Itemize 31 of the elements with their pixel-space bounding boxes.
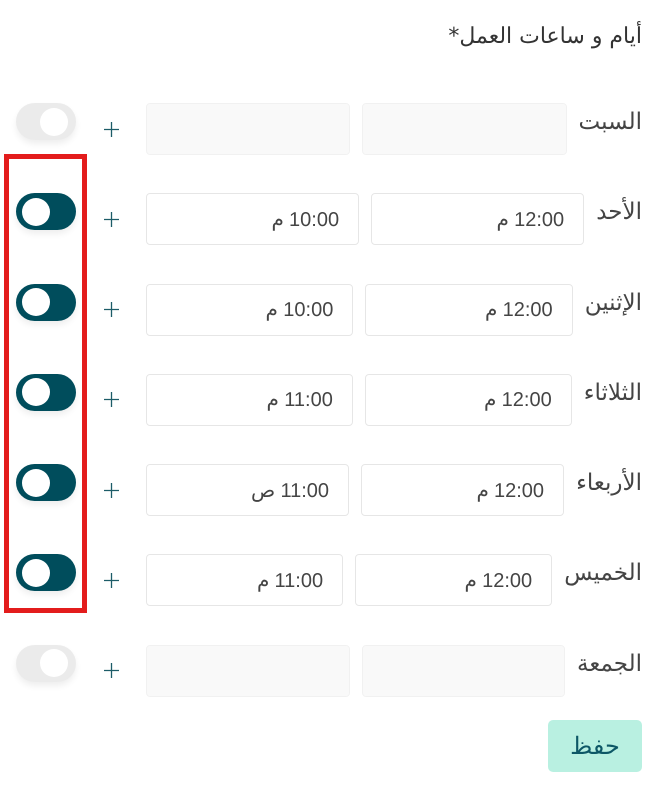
plus-icon[interactable] [104,302,118,318]
time-field[interactable]: 10:00 م [146,193,360,246]
toggle-switch[interactable] [16,464,76,502]
plus-icon[interactable] [104,572,118,588]
toggle-switch[interactable] [16,374,76,411]
time-field[interactable]: 12:00 م [364,374,572,426]
plus-icon[interactable] [104,212,118,227]
plus-icon[interactable] [104,482,118,498]
time-field[interactable]: 11:00 م [146,374,353,426]
day-label: الأحد [596,196,642,228]
save-button[interactable]: حفظ [548,720,642,772]
plus-icon[interactable] [104,122,118,136]
toggle-switch[interactable] [16,284,76,321]
time-field[interactable]: 12:00 م [371,193,584,246]
day-label: الخميس [564,559,642,588]
time-field[interactable]: 12:00 م [355,554,552,606]
plus-icon[interactable] [104,663,118,678]
section-title: أيام و ساعات العمل* [448,23,642,51]
day-label: الجمعة [577,650,642,679]
time-field[interactable]: 12:00 م [365,284,573,336]
day-label: الأربعاء [576,467,642,498]
day-label: السبت [578,108,642,137]
day-label: الإثنين [584,288,642,318]
time-field[interactable]: 11:00 م [146,554,344,606]
time-field[interactable]: 10:00 م [146,284,354,336]
time-field[interactable]: 12:00 م [361,464,564,516]
plus-icon[interactable] [104,392,118,408]
time-field[interactable]: 11:00 ص [146,464,350,516]
day-label: الثلاثاء [584,378,642,408]
toggle-switch[interactable] [16,554,76,592]
toggle-switch[interactable] [16,193,76,230]
